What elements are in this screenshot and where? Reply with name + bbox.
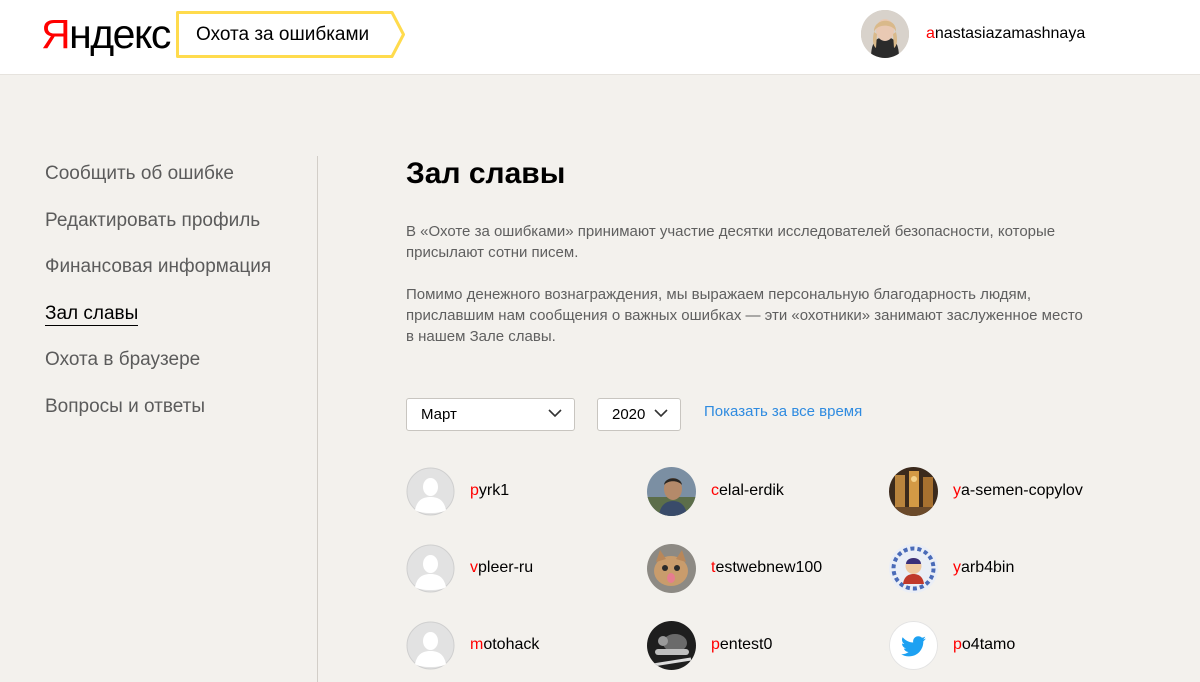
year-select[interactable]: 2020 — [597, 398, 681, 431]
text-part: nastasiazamashnaya — [934, 25, 1086, 42]
chevron-down-icon — [548, 409, 562, 418]
hunter-name-part: yrk1 — [478, 482, 510, 499]
photo-avatar-icon — [889, 543, 938, 593]
default-avatar-icon — [406, 467, 455, 516]
sidebar-item-label: Финансовая информация — [45, 256, 272, 278]
hunter-name-part: c — [711, 482, 719, 499]
hunter-name-part: p — [470, 482, 479, 499]
hunter-item[interactable]: po4tamo — [889, 620, 1015, 670]
gratitude-paragraph: Помимо денежного вознаграждения, мы выра… — [406, 286, 1083, 345]
photo-avatar-icon — [647, 543, 696, 593]
hunter-item[interactable]: testwebnew100 — [647, 543, 822, 593]
user-avatar[interactable] — [861, 10, 909, 58]
sidebar-item-label: Охота в браузере — [45, 349, 201, 371]
sidebar-item-label: Редактировать профиль — [45, 209, 261, 231]
service-title: Охота за ошибками — [196, 24, 370, 45]
hunter-name-part: elal-erdik — [719, 482, 784, 499]
hunter-name-part: estwebnew100 — [715, 559, 823, 576]
header: Яндекс Охота за ошибками anastasiazamash… — [0, 0, 1200, 75]
sidebar-item-browser-hunt[interactable]: Охота в браузере — [45, 346, 271, 393]
sidebar-item-financial-info[interactable]: Финансовая информация — [45, 253, 271, 300]
hunter-name-part: y — [953, 482, 961, 499]
text-part: ндекс — [69, 11, 171, 57]
hunter-name-part: a-semen-copylov — [961, 482, 1083, 499]
hunter-name[interactable]: yarb4bin — [953, 559, 1014, 577]
hunter-name-part: y — [953, 559, 961, 576]
sidebar-nav: Сообщить об ошибке Редактировать профиль… — [45, 160, 271, 440]
hunter-name-part: entest0 — [719, 636, 773, 653]
hunter-item[interactable]: vpleer-ru — [406, 543, 533, 593]
chevron-down-icon — [654, 409, 668, 418]
year-select-value: 2020 — [612, 406, 646, 423]
hunter-name-part: m — [470, 636, 484, 653]
hunter-item[interactable]: pyrk1 — [406, 466, 509, 516]
sidebar-item-label: Зал славы — [45, 302, 139, 326]
sidebar-divider — [317, 156, 318, 682]
text-part: a — [926, 25, 935, 42]
hunter-name[interactable]: pyrk1 — [470, 482, 509, 500]
text-part: Я — [41, 11, 71, 57]
month-select-value: Март — [421, 406, 457, 423]
hunter-item[interactable]: celal-erdik — [647, 466, 784, 516]
sidebar-item-label: Вопросы и ответы — [45, 395, 206, 417]
sidebar-item-faq[interactable]: Вопросы и ответы — [45, 393, 271, 440]
sidebar-item-report-bug[interactable]: Сообщить об ошибке — [45, 160, 271, 207]
hunter-name-part: otohack — [483, 636, 540, 653]
hunter-name-part: pleer-ru — [478, 559, 534, 576]
photo-avatar-icon — [647, 466, 696, 516]
hunter-name-part: v — [470, 559, 478, 576]
sidebar-item-label: Сообщить об ошибке — [45, 163, 234, 184]
hunter-name[interactable]: testwebnew100 — [711, 559, 822, 577]
hunter-name[interactable]: vpleer-ru — [470, 559, 533, 577]
hunter-item[interactable]: motohack — [406, 620, 539, 670]
hunter-name[interactable]: pentest0 — [711, 636, 772, 654]
hunter-name-part: p — [953, 636, 962, 653]
sidebar-item-hall-of-fame[interactable]: Зал славы — [45, 300, 271, 347]
default-avatar-icon — [406, 544, 455, 593]
hunter-name-part: o4tamo — [961, 636, 1016, 653]
hunter-item[interactable]: yarb4bin — [889, 543, 1014, 593]
show-all-time-link[interactable]: Показать за все время — [704, 403, 862, 420]
sidebar-item-edit-profile[interactable]: Редактировать профиль — [45, 207, 271, 254]
hunter-name[interactable]: ya-semen-copylov — [953, 482, 1083, 500]
default-avatar-icon — [406, 621, 455, 670]
hunter-name[interactable]: celal-erdik — [711, 482, 784, 500]
twitter-bird-icon — [889, 620, 938, 670]
photo-avatar-icon — [647, 620, 696, 670]
photo-avatar-icon — [889, 466, 938, 516]
month-select[interactable]: Март — [406, 398, 575, 431]
hunter-name[interactable]: motohack — [470, 636, 539, 654]
hunter-name-part: p — [711, 636, 720, 653]
hunter-name[interactable]: po4tamo — [953, 636, 1015, 654]
user-menu[interactable]: anastasiazamashnaya — [861, 10, 1085, 58]
username[interactable]: anastasiazamashnaya — [926, 25, 1085, 43]
hunter-name-part: arb4bin — [961, 559, 1015, 576]
intro-paragraph: В «Охоте за ошибками» принимают участие … — [406, 223, 1056, 261]
hunter-item[interactable]: pentest0 — [647, 620, 772, 670]
yandex-logo[interactable]: Яндекс — [41, 11, 171, 57]
hunter-item[interactable]: ya-semen-copylov — [889, 466, 1083, 516]
page-title: Зал славы — [406, 157, 566, 190]
